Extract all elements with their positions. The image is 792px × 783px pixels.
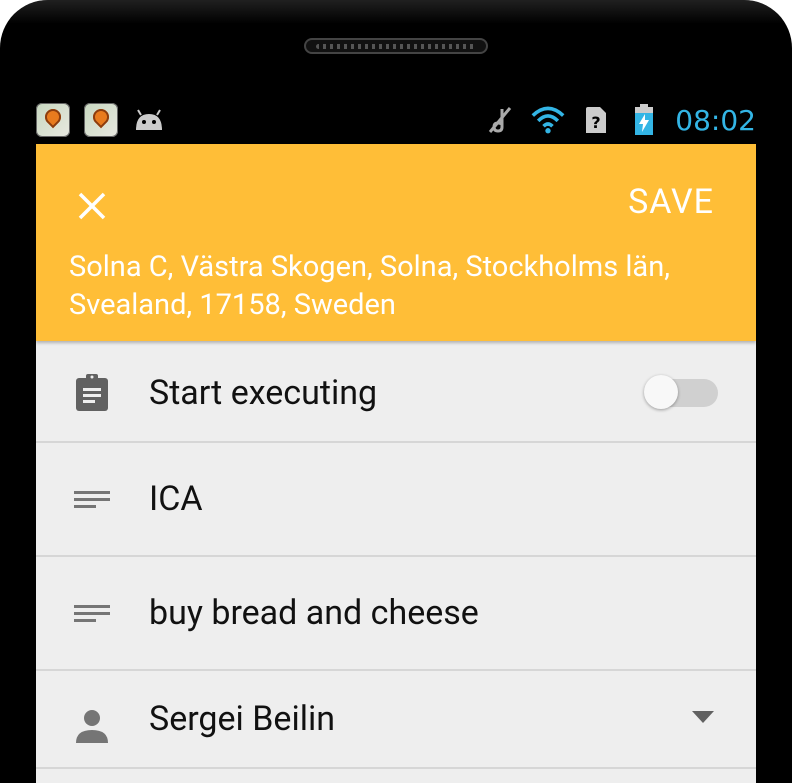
close-icon: [78, 192, 106, 220]
battery-charging-icon: [627, 103, 661, 137]
close-button[interactable]: [66, 180, 118, 232]
assignee-text: Sergei Beilin: [149, 699, 336, 739]
start-executing-label: Start executing: [149, 373, 378, 413]
edit-task-screen: SAVE Solna C, Västra Skogen, Solna, Stoc…: [36, 144, 756, 783]
notification-icons: [36, 103, 166, 137]
short-text-icon: [72, 491, 112, 509]
person-icon: [72, 709, 112, 743]
phone-frame: ? 08:02 SAVE Solna C, Västra Skogen, Sol…: [0, 0, 792, 783]
title-row[interactable]: ICA: [36, 443, 756, 557]
toolbar: SAVE Solna C, Västra Skogen, Solna, Stoc…: [36, 144, 756, 341]
start-executing-switch[interactable]: [644, 375, 720, 409]
clipboard-icon: [72, 373, 112, 411]
status-bar: ? 08:02: [36, 96, 756, 144]
description-row[interactable]: buy bread and cheese: [36, 557, 756, 671]
wifi-icon: [531, 103, 565, 137]
no-sim-icon: ?: [579, 103, 613, 137]
title-text: ICA: [149, 479, 203, 519]
mute-icon: [483, 103, 517, 137]
location-notification-icon: [84, 103, 118, 137]
dropdown-arrow-icon[interactable]: [692, 711, 714, 725]
android-icon: [132, 106, 166, 134]
system-icons: ? 08:02: [483, 103, 756, 137]
switch-thumb: [644, 375, 678, 409]
speaker-grille: [304, 38, 488, 54]
save-button[interactable]: SAVE: [628, 182, 714, 222]
svg-text:?: ?: [592, 113, 601, 132]
start-executing-row[interactable]: Start executing: [36, 343, 756, 443]
assignee-row[interactable]: Sergei Beilin: [36, 671, 756, 769]
description-text: buy bread and cheese: [149, 593, 479, 633]
clock: 08:02: [675, 103, 756, 137]
short-text-icon: [72, 605, 112, 623]
location-notification-icon: [36, 103, 70, 137]
location-text: Solna C, Västra Skogen, Solna, Stockholm…: [69, 250, 670, 322]
